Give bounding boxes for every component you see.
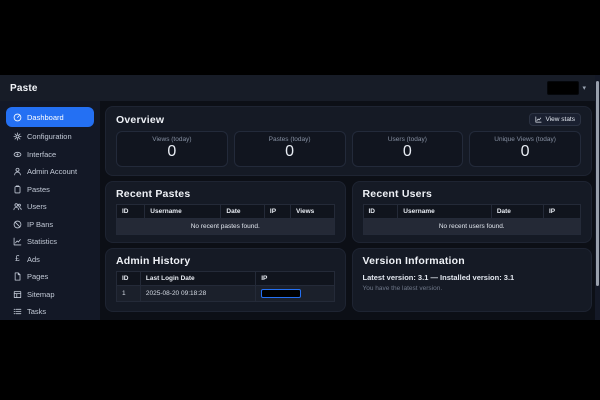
sidebar-item-admin-account[interactable]: Admin Account — [6, 163, 94, 181]
overview-panel: Overview View stats Views (today) 0 Past… — [105, 106, 592, 176]
stat-label: Views (today) — [117, 136, 227, 143]
page-icon — [13, 272, 22, 281]
language-select[interactable] — [547, 81, 579, 95]
dashboard-icon — [13, 113, 22, 122]
column-header-ip: IP — [256, 272, 334, 286]
ip-redacted-box — [261, 289, 301, 298]
gear-icon — [13, 132, 22, 141]
admin-history-panel: Admin History ID Last Login Date IP 1 20… — [105, 248, 346, 312]
sidebar-item-sitemap[interactable]: Sitemap — [6, 286, 94, 304]
app-title: Paste — [10, 83, 38, 94]
clipboard-icon — [13, 185, 22, 194]
ban-icon — [13, 220, 22, 229]
column-header-ip: IP — [264, 205, 290, 219]
stat-card-pastes-today: Pastes (today) 0 — [234, 131, 346, 167]
column-header-username: Username — [145, 205, 221, 219]
admin-history-ip-cell — [256, 286, 334, 302]
sidebar-item-ip-bans[interactable]: IP Bans — [6, 216, 94, 234]
person-icon — [13, 167, 22, 176]
recent-users-panel: Recent Users ID Username Date IP No rece… — [352, 181, 593, 243]
admin-history-id: 1 — [117, 286, 141, 302]
stat-value: 0 — [235, 143, 345, 161]
sidebar-item-label: Configuration — [27, 132, 72, 141]
overview-title: Overview — [116, 114, 164, 126]
line-chart-icon — [13, 237, 22, 246]
main-content: Overview View stats Views (today) 0 Past… — [100, 101, 600, 320]
view-stats-button[interactable]: View stats — [529, 113, 581, 126]
stat-value: 0 — [353, 143, 463, 161]
recent-pastes-title: Recent Pastes — [116, 188, 335, 200]
sidebar-item-pages[interactable]: Pages — [6, 268, 94, 286]
eye-icon — [13, 150, 22, 159]
currency-icon: £ — [13, 255, 22, 264]
sidebar-item-pastes[interactable]: Pastes — [6, 181, 94, 199]
line-chart-icon — [535, 116, 542, 123]
sitemap-icon — [13, 290, 22, 299]
app-window: Paste ▾ Dashboard Configuration Interfac… — [0, 75, 600, 320]
sidebar-item-label: Admin Account — [27, 167, 77, 176]
sidebar-item-label: Users — [27, 202, 47, 211]
column-header-username: Username — [398, 205, 492, 219]
stat-label: Users (today) — [353, 136, 463, 143]
sidebar: Dashboard Configuration Interface Admin … — [0, 101, 100, 320]
version-line: Latest version: 3.1 — Installed version:… — [363, 273, 582, 282]
empty-state-message: No recent users found. — [363, 219, 581, 235]
version-note: You have the latest version. — [363, 285, 582, 292]
recent-users-table: ID Username Date IP No recent users foun… — [363, 204, 582, 235]
version-info-panel: Version Information Latest version: 3.1 … — [352, 248, 593, 312]
column-header-id: ID — [117, 205, 145, 219]
stat-card-views-today: Views (today) 0 — [116, 131, 228, 167]
column-header-ip: IP — [544, 205, 581, 219]
sidebar-item-tasks[interactable]: Tasks — [6, 303, 94, 320]
stat-value: 0 — [470, 143, 580, 161]
scrollbar-track[interactable] — [595, 75, 600, 320]
sidebar-item-ads[interactable]: £ Ads — [6, 251, 94, 269]
sidebar-item-label: Tasks — [27, 307, 46, 316]
sidebar-item-users[interactable]: Users — [6, 198, 94, 216]
sidebar-item-label: Sitemap — [27, 290, 55, 299]
empty-state-message: No recent pastes found. — [117, 219, 335, 235]
column-header-date: Date — [221, 205, 265, 219]
sidebar-item-interface[interactable]: Interface — [6, 146, 94, 164]
column-header-id: ID — [363, 205, 398, 219]
topbar-right: ▾ — [547, 81, 586, 95]
recent-pastes-table: ID Username Date IP Views No recent past… — [116, 204, 335, 235]
stat-card-unique-views-today: Unique Views (today) 0 — [469, 131, 581, 167]
sidebar-item-label: Dashboard — [27, 113, 64, 122]
sidebar-item-statistics[interactable]: Statistics — [6, 233, 94, 251]
recent-users-title: Recent Users — [363, 188, 582, 200]
stat-card-users-today: Users (today) 0 — [352, 131, 464, 167]
topbar: Paste ▾ — [0, 75, 600, 101]
tasks-icon — [13, 307, 22, 316]
column-header-date: Date — [491, 205, 543, 219]
chevron-down-icon[interactable]: ▾ — [582, 85, 586, 92]
stat-label: Unique Views (today) — [470, 136, 580, 143]
stat-label: Pastes (today) — [235, 136, 345, 143]
column-header-id: ID — [117, 272, 141, 286]
admin-history-last-login-date: 2025-08-20 09:18:28 — [140, 286, 255, 302]
sidebar-item-label: IP Bans — [27, 220, 53, 229]
sidebar-item-dashboard[interactable]: Dashboard — [6, 107, 94, 127]
scrollbar-thumb[interactable] — [596, 81, 599, 286]
users-icon — [13, 202, 22, 211]
admin-history-title: Admin History — [116, 255, 335, 267]
sidebar-item-label: Pastes — [27, 185, 50, 194]
stat-value: 0 — [117, 143, 227, 161]
sidebar-item-label: Pages — [27, 272, 48, 281]
sidebar-item-label: Statistics — [27, 237, 57, 246]
column-header-views: Views — [290, 205, 334, 219]
admin-history-table: ID Last Login Date IP 1 2025-08-20 09:18… — [116, 271, 335, 302]
view-stats-label: View stats — [545, 116, 575, 123]
version-info-title: Version Information — [363, 255, 582, 267]
column-header-last-login-date: Last Login Date — [140, 272, 255, 286]
sidebar-item-label: Ads — [27, 255, 40, 264]
recent-pastes-panel: Recent Pastes ID Username Date IP Views … — [105, 181, 346, 243]
sidebar-item-label: Interface — [27, 150, 56, 159]
sidebar-item-configuration[interactable]: Configuration — [6, 128, 94, 146]
table-row: 1 2025-08-20 09:18:28 — [117, 286, 335, 302]
